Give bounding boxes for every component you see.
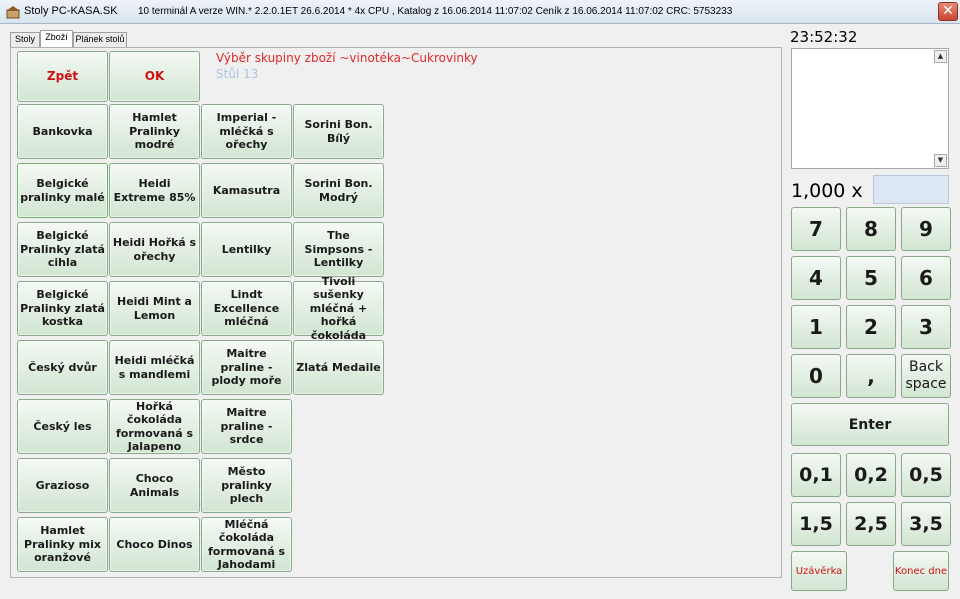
product-button[interactable]: Choco Animals — [109, 458, 200, 513]
product-button[interactable]: Hořká čokoláda formovaná s Jalapeno — [109, 399, 200, 454]
digit-key-5[interactable]: 5 — [846, 256, 896, 300]
product-button[interactable]: Heidi Extreme 85% — [109, 163, 200, 218]
close-button[interactable]: ✕ — [938, 2, 958, 21]
product-button[interactable]: Hamlet Pralinky mix oranžové — [17, 517, 108, 572]
digit-key-2[interactable]: 2 — [846, 305, 896, 349]
backspace-key[interactable]: Back space — [901, 354, 951, 398]
product-button[interactable]: Český les — [17, 399, 108, 454]
uzaverka-button[interactable]: Uzávěrka — [791, 551, 847, 591]
product-button[interactable]: Lindt Excellence mléčná — [201, 281, 292, 336]
clock: 23:52:32 — [790, 28, 858, 46]
product-button[interactable]: Hamlet Pralinky modré — [109, 104, 200, 159]
product-button[interactable]: Mléčná čokoláda formovaná s Jahodami — [201, 517, 292, 572]
product-button[interactable]: Bankovka — [17, 104, 108, 159]
digit-key-9[interactable]: 9 — [901, 207, 951, 251]
digit-key-3[interactable]: 3 — [901, 305, 951, 349]
product-button[interactable]: Maitre praline - plody moře — [201, 340, 292, 395]
product-button[interactable]: Maitre praline - srdce — [201, 399, 292, 454]
product-button[interactable]: Belgické Pralinky zlatá kostka — [17, 281, 108, 336]
quick-quantity-key[interactable]: 0,1 — [791, 453, 841, 497]
product-button[interactable]: Heidi mléčká s mandlemi — [109, 340, 200, 395]
digit-key-8[interactable]: 8 — [846, 207, 896, 251]
product-button[interactable]: Kamasutra — [201, 163, 292, 218]
product-button[interactable]: Imperial - mléčká s ořechy — [201, 104, 292, 159]
tab-zbozi[interactable]: Zboží — [40, 30, 73, 47]
tab-stoly[interactable]: Stoly — [10, 32, 40, 47]
group-selection-header: Výběr skupiny zboží ~vinotéka~Cukrovinky — [216, 51, 478, 65]
product-button[interactable]: Sorini Bon. Bílý — [293, 104, 384, 159]
comma-key[interactable]: , — [846, 354, 896, 398]
title-bar: Stoly PC-KASA.SK 10 terminál A verze WIN… — [0, 0, 960, 24]
scroll-up-icon[interactable]: ▲ — [934, 50, 947, 63]
product-button[interactable]: Zlatá Medaile — [293, 340, 384, 395]
quick-quantity-key[interactable]: 1,5 — [791, 502, 841, 546]
product-button[interactable]: The Simpsons - Lentilky — [293, 222, 384, 277]
product-button[interactable]: Tivoli sušenky mléčná + hořká čokoláda — [293, 275, 384, 342]
digit-key-4[interactable]: 4 — [791, 256, 841, 300]
digit-key-6[interactable]: 6 — [901, 256, 951, 300]
scroll-down-icon[interactable]: ▼ — [934, 154, 947, 167]
window-info: 10 terminál A verze WIN.* 2.2.0.1ET 26.6… — [138, 6, 733, 17]
quantity-input[interactable] — [873, 175, 949, 204]
product-button[interactable]: Město pralinky plech — [201, 458, 292, 513]
quick-quantity-key[interactable]: 2,5 — [846, 502, 896, 546]
window-title: Stoly PC-KASA.SK — [24, 5, 118, 17]
enter-button[interactable]: Enter — [791, 403, 949, 446]
table-label: Stůl 13 — [216, 67, 259, 81]
digit-key-1[interactable]: 1 — [791, 305, 841, 349]
product-button[interactable]: Grazioso — [17, 458, 108, 513]
quick-quantity-key[interactable]: 0,2 — [846, 453, 896, 497]
quick-quantity-key[interactable]: 3,5 — [901, 502, 951, 546]
product-button[interactable]: Belgické Pralinky zlatá cihla — [17, 222, 108, 277]
digit-key-7[interactable]: 7 — [791, 207, 841, 251]
back-button[interactable]: Zpět — [17, 51, 108, 102]
product-button[interactable]: Heidi Mint a Lemon — [109, 281, 200, 336]
app-icon — [6, 6, 20, 19]
product-button[interactable]: Choco Dinos — [109, 517, 200, 572]
digit-key-0[interactable]: 0 — [791, 354, 841, 398]
product-button[interactable]: Heidi Hořká s ořechy — [109, 222, 200, 277]
quick-quantity-key[interactable]: 0,5 — [901, 453, 951, 497]
konec-dne-button[interactable]: Konec dne — [893, 551, 949, 591]
product-button[interactable]: Lentilky — [201, 222, 292, 277]
product-button[interactable]: Český dvůr — [17, 340, 108, 395]
ok-button[interactable]: OK — [109, 51, 200, 102]
order-item-list[interactable]: ▲ ▼ — [791, 48, 949, 169]
quantity-display: 1,000 x — [791, 180, 863, 202]
tab-planek-stolu[interactable]: Plánek stolů — [73, 32, 127, 47]
product-button[interactable]: Sorini Bon. Modrý — [293, 163, 384, 218]
product-button[interactable]: Belgické pralinky malé — [17, 163, 108, 218]
